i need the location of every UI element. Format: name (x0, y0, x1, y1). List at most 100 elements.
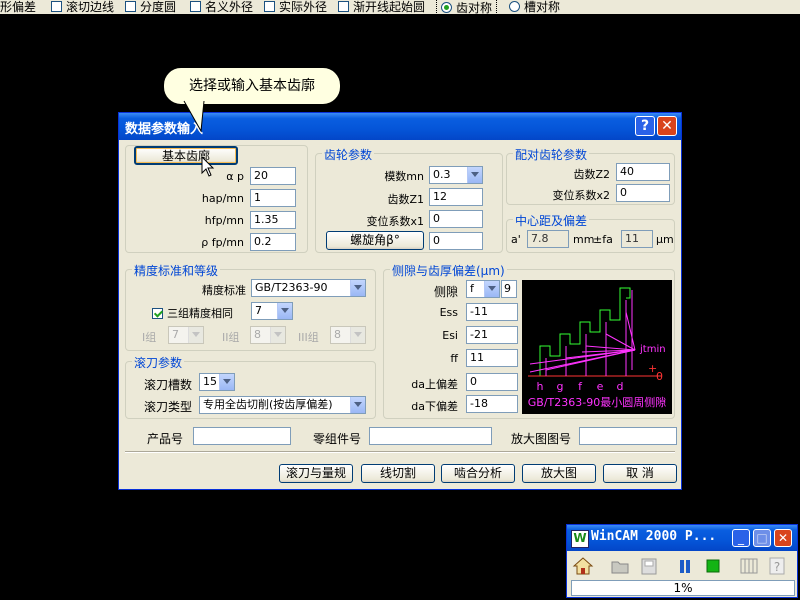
esi-label: Esi (442, 329, 458, 342)
same-grade-checkbox-row[interactable]: 三组精度相同 (152, 305, 233, 321)
esi-input[interactable]: -21 (466, 326, 518, 344)
helix-angle-input[interactable]: 0 (429, 232, 483, 250)
backlash-select[interactable]: f (466, 280, 500, 298)
standard-label: 精度标准 (202, 284, 246, 297)
tooth-profile-deviation-option[interactable]: 齿形偏差 (0, 0, 36, 14)
cancel-button[interactable]: 取 消 (603, 464, 677, 483)
enlarged-drawing-no-input[interactable] (579, 427, 677, 445)
option-label: 齿对称 (456, 0, 493, 15)
teeth-z1-label: 齿数Z1 (387, 193, 424, 206)
mini-titlebar[interactable]: W WinCAM 2000 P... _ □ ✕ (567, 525, 797, 551)
shift-x1-label: 变位系数x1 (366, 215, 424, 228)
mesh-analysis-button[interactable]: 啮合分析 (441, 464, 515, 483)
basic-profile-button[interactable]: 基本齿廓 (134, 146, 238, 165)
mini-close-button[interactable]: ✕ (774, 529, 792, 547)
group-2-label: II组 (222, 331, 240, 344)
close-button[interactable]: ✕ (657, 116, 677, 136)
select-value: 7 (255, 304, 262, 317)
stop-button[interactable] (701, 555, 725, 579)
tooltip-pointer (183, 100, 205, 133)
teeth-z2-input[interactable]: 40 (616, 163, 670, 181)
wincam-progress-window: W WinCAM 2000 P... _ □ ✕ ? 1% (566, 524, 798, 598)
center-distance-input[interactable]: 7.8 (527, 230, 569, 248)
group-3-label: III组 (298, 331, 319, 344)
option-label: 实际外径 (279, 0, 328, 14)
radio-button[interactable] (441, 1, 452, 13)
enlarged-drawing-no-label: 放大图图号 (511, 432, 572, 446)
group-2-select[interactable]: 8 (250, 326, 286, 344)
chevron-down-icon[interactable] (350, 397, 365, 413)
chevron-down-icon[interactable] (270, 327, 285, 343)
group-3-select[interactable]: 8 (330, 326, 366, 344)
hob-edge-option[interactable]: 滚切边线 (51, 0, 114, 14)
checkbox[interactable] (338, 0, 349, 12)
part-no-input[interactable] (369, 427, 492, 445)
chevron-down-icon[interactable] (350, 327, 365, 343)
pitch-circle-option[interactable]: 分度圆 (125, 0, 176, 14)
group-1-select[interactable]: 7 (168, 326, 204, 344)
checkbox[interactable] (190, 0, 201, 12)
close-icon: ✕ (661, 118, 673, 134)
button-label: 啮合分析 (453, 466, 502, 480)
product-no-input[interactable] (193, 427, 291, 445)
open-button[interactable] (609, 555, 633, 579)
help-button[interactable]: ? (765, 555, 789, 579)
shift-x1-input[interactable]: 0 (429, 210, 483, 228)
maximize-icon: □ (756, 531, 768, 545)
slot-symmetric-radio[interactable]: 槽对称 (509, 0, 560, 14)
da-lower-input[interactable]: -18 (466, 395, 518, 413)
actual-outer-diameter-option[interactable]: 实际外径 (264, 0, 327, 14)
option-label: 槽对称 (524, 0, 561, 14)
settings-button[interactable] (737, 555, 761, 579)
ess-input[interactable]: -11 (466, 303, 518, 321)
hob-slots-select[interactable]: 15 (199, 373, 235, 391)
tooth-symmetric-radio[interactable]: 齿对称 (436, 0, 498, 15)
svg-text:?: ? (774, 560, 780, 574)
maximize-button[interactable]: □ (753, 529, 771, 547)
module-select[interactable]: 0.3 (429, 166, 483, 184)
hfp-input[interactable]: 1.35 (250, 211, 296, 229)
enlarge-view-button[interactable]: 放大图 (522, 464, 596, 483)
hfp-label: hfp/mn (204, 214, 244, 227)
fa-input[interactable]: 11 (621, 230, 653, 248)
pause-button[interactable] (673, 555, 697, 579)
save-icon (641, 558, 657, 575)
rho-fp-input[interactable]: 0.2 (250, 233, 296, 251)
chevron-down-icon[interactable] (350, 280, 365, 296)
shift-x2-input[interactable]: 0 (616, 184, 670, 202)
help-icon: ? (769, 557, 785, 575)
wire-cut-button[interactable]: 线切割 (361, 464, 435, 483)
same-grade-checkbox[interactable] (152, 307, 163, 319)
chevron-down-icon[interactable] (277, 303, 292, 319)
chevron-down-icon[interactable] (467, 167, 482, 183)
nominal-outer-diameter-option[interactable]: 名义外径 (190, 0, 253, 14)
alpha-p-input[interactable]: 20 (250, 167, 296, 185)
teeth-z1-input[interactable]: 12 (429, 188, 483, 206)
checkbox[interactable] (51, 0, 62, 12)
da-upper-input[interactable]: 0 (466, 373, 518, 391)
help-button[interactable]: ? (635, 116, 655, 136)
group-title: 配对齿轮参数 (513, 146, 590, 163)
same-grade-select[interactable]: 7 (251, 302, 293, 320)
hob-gauge-button[interactable]: 滚刀与量规 (279, 464, 353, 483)
chevron-down-icon[interactable] (484, 281, 499, 297)
minimize-button[interactable]: _ (732, 529, 750, 547)
standard-select[interactable]: GB/T2363-90 (251, 279, 366, 297)
hap-input[interactable]: 1 (250, 189, 296, 207)
chevron-down-icon[interactable] (188, 327, 203, 343)
checkbox[interactable] (264, 0, 275, 12)
rho-fp-label: ρ fp/mn (201, 236, 244, 249)
same-grade-label: 三组精度相同 (167, 307, 233, 320)
home-button[interactable] (571, 555, 595, 579)
ff-input[interactable]: 11 (466, 349, 518, 367)
progress-text: 1% (673, 581, 693, 595)
select-value: 8 (254, 328, 261, 341)
checkbox[interactable] (125, 0, 136, 12)
radio-button[interactable] (509, 0, 520, 12)
save-button[interactable] (637, 555, 661, 579)
backlash-grade-input[interactable]: 9 (501, 280, 517, 298)
helix-angle-button[interactable]: 螺旋角β° (326, 231, 424, 250)
hob-type-select[interactable]: 专用全齿切削(按齿厚偏差) (199, 396, 366, 414)
involute-start-circle-option[interactable]: 渐开线起始圆 (338, 0, 425, 14)
chevron-down-icon[interactable] (219, 374, 234, 390)
